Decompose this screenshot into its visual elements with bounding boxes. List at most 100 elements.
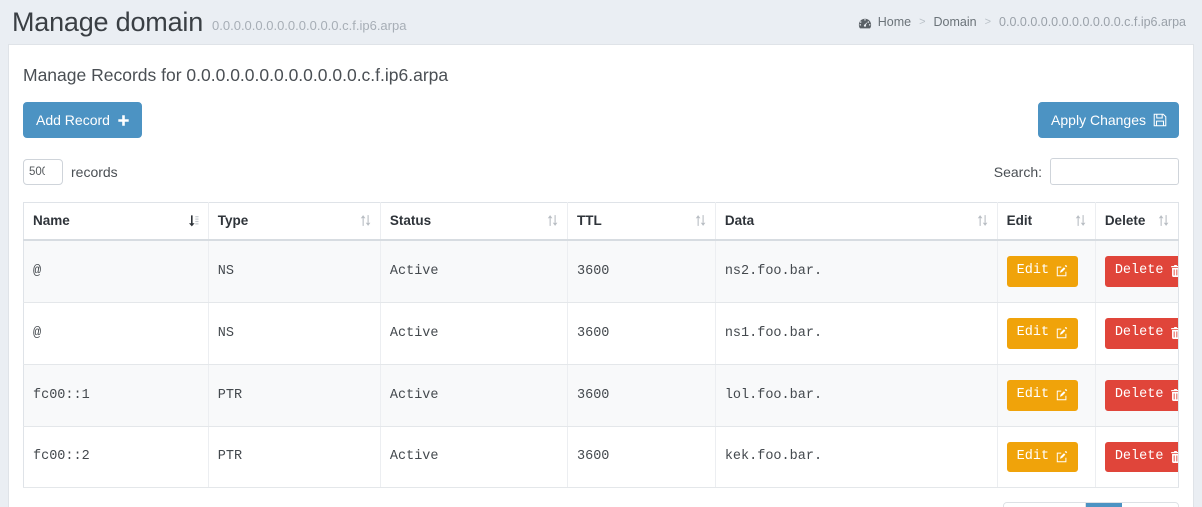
delete-button[interactable]: Delete (1104, 317, 1178, 349)
cell-status: Active (379, 240, 569, 303)
cell-name: fc00::2 (23, 426, 209, 489)
cell-data: kek.foo.bar. (714, 426, 998, 489)
cell-data: ns1.foo.bar. (714, 302, 998, 365)
delete-label: Delete (1114, 263, 1164, 278)
trash-icon (1170, 389, 1178, 402)
save-icon (1153, 113, 1167, 127)
cell-edit: Edit (996, 364, 1096, 427)
sort-desc-icon (188, 214, 199, 227)
table-header-row: Name Type Status TTL Data Edit Delete (23, 202, 1180, 241)
column-header-data[interactable]: Data (714, 202, 998, 241)
delete-label: Delete (1114, 386, 1164, 402)
table-row: fc00::2 PTR Active 3600 kek.foo.bar. Edi… (23, 426, 1180, 489)
edit-button[interactable]: Edit (1006, 317, 1079, 349)
pencil-square-icon (1056, 450, 1068, 463)
edit-button[interactable]: Edit (1006, 256, 1079, 287)
pagination-page-1-button[interactable]: 1 (1085, 503, 1123, 507)
pencil-square-icon (1056, 265, 1068, 277)
cell-delete: Delete (1094, 364, 1180, 427)
pagination-next-button[interactable]: Next (1122, 503, 1178, 507)
edit-button[interactable]: Edit (1006, 379, 1079, 411)
cell-name: @ (23, 302, 209, 365)
pagination: Previous 1 Next (1003, 502, 1179, 507)
page-title: Manage domain (12, 6, 204, 37)
table-head: Name Type Status TTL Data Edit Delete (23, 202, 1180, 241)
delete-button[interactable]: Delete (1104, 441, 1178, 473)
page-subtitle: 0.0.0.0.0.0.0.0.0.0.0.0.c.f.ip6.arpa (212, 17, 407, 33)
trash-icon (1170, 450, 1178, 463)
column-header-name[interactable]: Name (23, 202, 209, 241)
column-label-ttl: TTL (577, 213, 602, 228)
add-record-label: Add Record (36, 112, 110, 128)
trash-icon (1170, 265, 1178, 278)
datatable-controls: records Search: (9, 138, 1193, 185)
plus-icon (117, 114, 130, 127)
edit-label: Edit (1016, 263, 1050, 278)
breadcrumb: Home > Domain > 0.0.0.0.0.0.0.0.0.0.0.0.… (858, 15, 1186, 29)
cell-edit: Edit (996, 302, 1096, 365)
cell-type: NS (207, 302, 381, 365)
sort-both-icon (1075, 214, 1086, 227)
cell-delete: Delete (1094, 302, 1180, 365)
cell-edit: Edit (996, 240, 1096, 303)
edit-label: Edit (1016, 386, 1050, 402)
cell-status: Active (379, 426, 569, 489)
records-table: Name Type Status TTL Data Edit Delete @ … (23, 202, 1180, 489)
delete-button[interactable]: Delete (1104, 379, 1178, 411)
cell-type: NS (207, 240, 381, 303)
delete-label: Delete (1114, 324, 1164, 340)
cell-delete: Delete (1094, 426, 1180, 489)
search-control: Search: (994, 158, 1179, 185)
sort-both-icon (1158, 214, 1169, 227)
table-body: @ NS Active 3600 ns2.foo.bar. Edit Delet… (23, 240, 1180, 489)
breadcrumb-domain-link[interactable]: Domain (934, 15, 977, 29)
cell-type: PTR (207, 426, 381, 489)
delete-button[interactable]: Delete (1104, 256, 1178, 287)
cell-ttl: 3600 (567, 240, 716, 303)
breadcrumb-current: 0.0.0.0.0.0.0.0.0.0.0.0.c.f.ip6.arpa (999, 15, 1186, 29)
sort-both-icon (977, 214, 988, 227)
breadcrumb-separator-2: > (984, 16, 992, 28)
cell-status: Active (379, 302, 569, 365)
column-label-type: Type (217, 213, 249, 228)
column-label-data: Data (724, 213, 755, 228)
sort-both-icon (360, 214, 371, 227)
table-row: fc00::1 PTR Active 3600 lol.foo.bar. Edi… (23, 364, 1180, 427)
apply-changes-button[interactable]: Apply Changes (1038, 102, 1179, 138)
table-row: @ NS Active 3600 ns1.foo.bar. Edit Delet… (23, 302, 1180, 365)
length-control: records (23, 158, 118, 185)
edit-button[interactable]: Edit (1006, 441, 1079, 473)
cell-status: Active (379, 364, 569, 427)
column-label-status: Status (389, 213, 432, 228)
search-input[interactable] (1050, 158, 1179, 185)
add-record-button[interactable]: Add Record (23, 102, 142, 138)
cell-name: fc00::1 (23, 364, 209, 427)
cell-data: ns2.foo.bar. (714, 240, 998, 303)
breadcrumb-separator-1: > (919, 16, 926, 28)
pencil-square-icon (1056, 389, 1068, 401)
cell-data: lol.foo.bar. (714, 364, 998, 427)
pencil-square-icon (1056, 327, 1068, 339)
column-header-type[interactable]: Type (207, 202, 381, 241)
cell-edit: Edit (996, 426, 1096, 489)
card-title: Manage Records for 0.0.0.0.0.0.0.0.0.0.0… (23, 65, 449, 85)
cell-ttl: 3600 (567, 364, 716, 427)
column-header-edit[interactable]: Edit (996, 202, 1096, 241)
cell-type: PTR (207, 364, 381, 427)
action-bar: Add Record Apply Changes (9, 86, 1193, 138)
apply-changes-wrapper: Apply Changes (1038, 102, 1179, 138)
breadcrumb-home-link[interactable]: Home (878, 15, 911, 29)
sort-both-icon (547, 214, 558, 227)
column-header-ttl[interactable]: TTL (567, 202, 716, 241)
records-card: Manage Records for 0.0.0.0.0.0.0.0.0.0.0… (8, 44, 1194, 507)
cell-ttl: 3600 (567, 302, 716, 365)
column-header-delete[interactable]: Delete (1094, 202, 1180, 241)
column-header-status[interactable]: Status (379, 202, 569, 241)
column-label-delete: Delete (1104, 213, 1146, 228)
pagination-previous-button[interactable]: Previous (1004, 503, 1086, 507)
cell-delete: Delete (1094, 240, 1180, 303)
table-row: @ NS Active 3600 ns2.foo.bar. Edit Delet… (23, 240, 1180, 303)
records-per-page-input[interactable] (23, 158, 63, 185)
trash-icon (1170, 327, 1178, 340)
apply-changes-label: Apply Changes (1051, 112, 1146, 128)
